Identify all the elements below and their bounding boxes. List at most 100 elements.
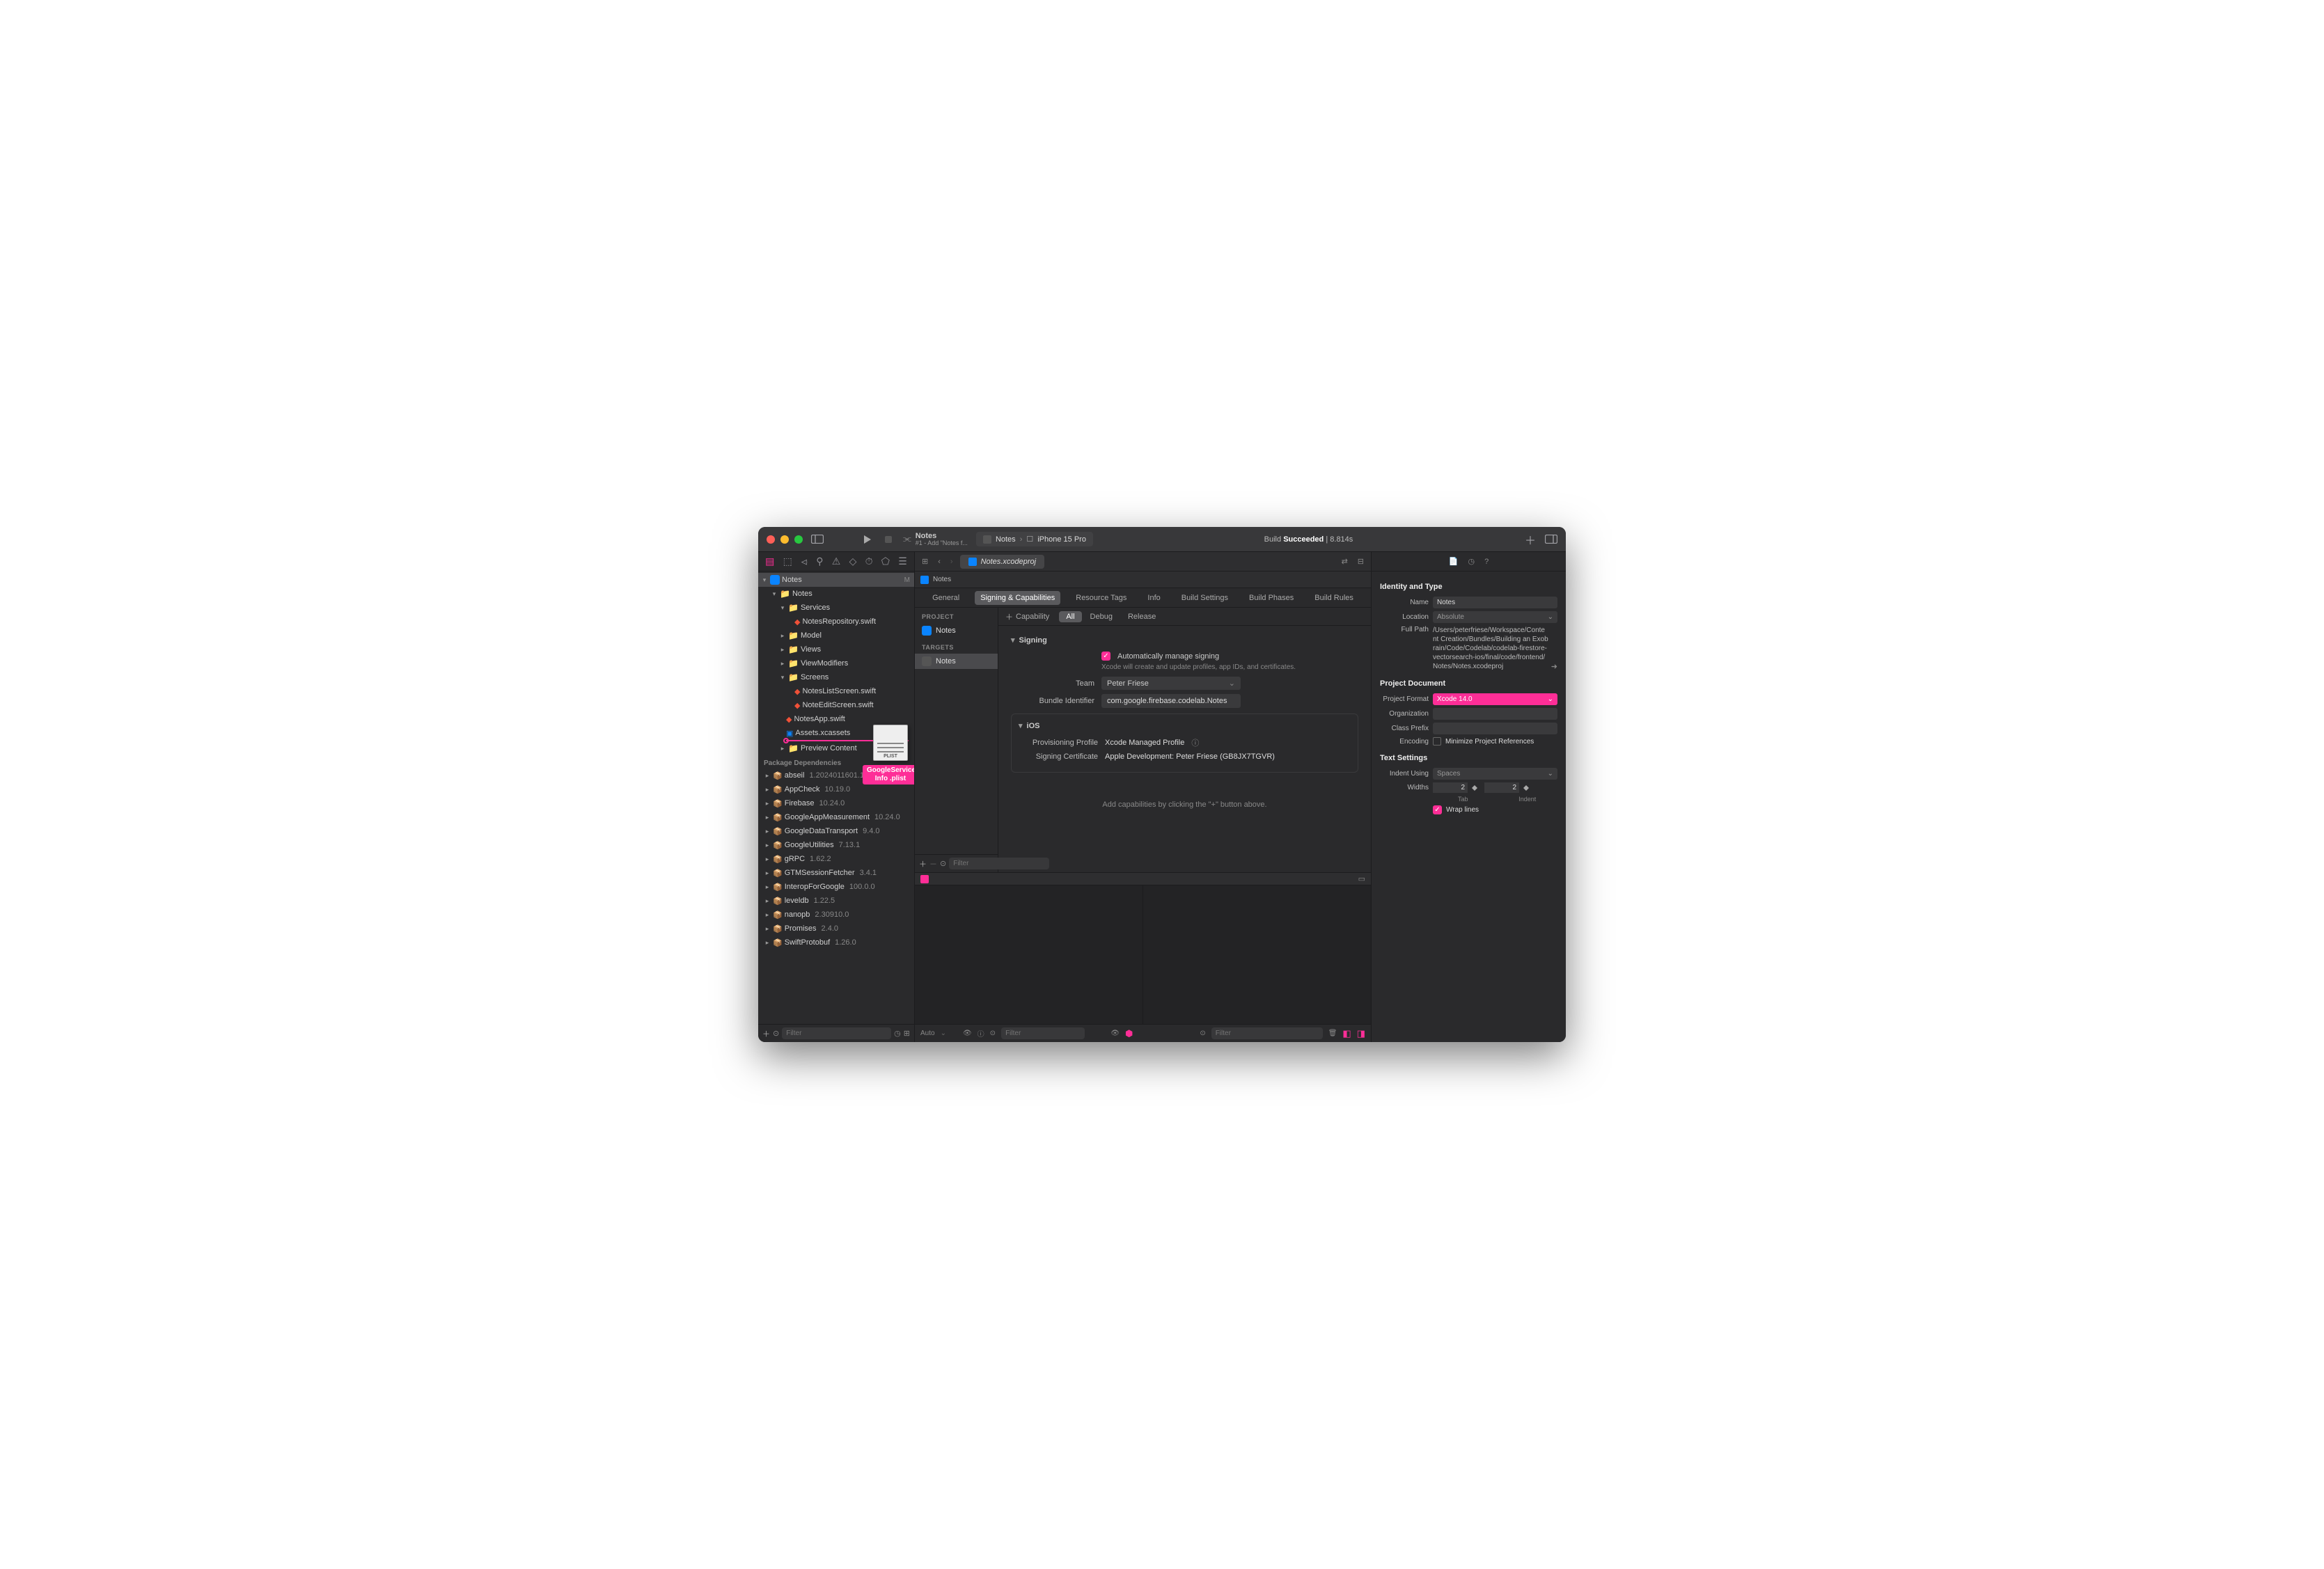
tab-build-phases[interactable]: Build Phases	[1243, 591, 1299, 605]
console-toggle-icon[interactable]: ▭	[1358, 874, 1365, 883]
file-inspector-icon[interactable]: 📄	[1449, 557, 1459, 566]
filter-scope-icon[interactable]: ⊙	[1200, 1030, 1205, 1037]
folder-views[interactable]: ▸📁 Views	[758, 642, 914, 656]
debug-tab-icon[interactable]	[920, 875, 929, 883]
folder-notes[interactable]: ▾📁 Notes	[758, 587, 914, 601]
trash-icon[interactable]: 🗑	[1328, 1030, 1337, 1037]
left-pane-icon[interactable]: ◧	[1342, 1028, 1351, 1039]
run-destination[interactable]: Notes › ☐ iPhone 15 Pro	[976, 532, 1093, 546]
filter-scope-icon[interactable]: ⊙	[940, 859, 946, 868]
library-toggle-icon[interactable]	[1545, 535, 1557, 544]
minimize-checkbox[interactable]	[1433, 737, 1441, 746]
package-nanopb[interactable]: ▸📦nanopb2.30910.0	[758, 908, 914, 922]
folder-screens[interactable]: ▾📁 Screens	[758, 670, 914, 684]
name-input[interactable]	[1433, 597, 1557, 608]
file-notesapp[interactable]: ◆ NotesApp.swift	[758, 712, 914, 726]
package-interopforgoogle[interactable]: ▸📦InteropForGoogle100.0.0	[758, 880, 914, 894]
source-control-icon[interactable]: ⬚	[783, 555, 792, 567]
folder-viewmodifiers[interactable]: ▸📁 ViewModifiers	[758, 656, 914, 670]
bookmark-icon[interactable]: ⏿	[801, 555, 808, 567]
refresh-icon[interactable]: ⇄	[1339, 557, 1351, 566]
close-window[interactable]	[767, 535, 775, 544]
file-noteeditscreen[interactable]: ◆ NoteEditScreen.swift	[758, 698, 914, 712]
filter-scope-icon[interactable]: ⊙	[990, 1030, 996, 1037]
debug-icon[interactable]: ⏱	[865, 555, 873, 567]
package-grpc[interactable]: ▸📦gRPC1.62.2	[758, 852, 914, 866]
indent-width-input[interactable]	[1484, 782, 1519, 793]
tab-build-rules[interactable]: Build Rules	[1309, 591, 1359, 605]
ios-section-header[interactable]: ▾ iOS	[1019, 721, 1355, 730]
file-notesrepository[interactable]: ◆ NotesRepository.swift	[758, 615, 914, 629]
package-googleappmeasurement[interactable]: ▸📦GoogleAppMeasurement10.24.0	[758, 810, 914, 824]
reveal-icon[interactable]: ➜	[1551, 662, 1557, 671]
navigator-filter[interactable]	[782, 1027, 891, 1039]
scheme-selector[interactable]: ⫘ Notes #1 - Add "Notes f...	[903, 532, 968, 547]
jump-bar[interactable]: Notes	[915, 571, 1371, 588]
eye-icon[interactable]: 👁	[1110, 1030, 1120, 1037]
package-firebase[interactable]: ▸📦Firebase10.24.0	[758, 796, 914, 810]
folder-model[interactable]: ▸📁 Model	[758, 629, 914, 642]
package-leveldb[interactable]: ▸📦leveldb1.22.5	[758, 894, 914, 908]
related-items-icon[interactable]: ⊞	[919, 557, 931, 566]
file-noteslistscreen[interactable]: ◆ NotesListScreen.swift	[758, 684, 914, 698]
package-googledatatransport[interactable]: ▸📦GoogleDataTransport9.4.0	[758, 824, 914, 838]
bundle-identifier-input[interactable]	[1101, 694, 1241, 708]
package-gtmsessionfetcher[interactable]: ▸📦GTMSessionFetcher3.4.1	[758, 866, 914, 880]
indent-using-select[interactable]: Spaces⌄	[1433, 768, 1557, 780]
metrics-icon[interactable]: ⬢	[1125, 1028, 1133, 1039]
class-prefix-input[interactable]	[1433, 723, 1557, 734]
test-icon[interactable]: ◇	[849, 555, 857, 567]
indent-stepper[interactable]	[1523, 785, 1532, 791]
eye-icon[interactable]: 👁	[963, 1030, 972, 1037]
minimize-window[interactable]	[780, 535, 789, 544]
team-selector[interactable]: Peter Friese⌄	[1101, 677, 1241, 690]
console-filter[interactable]	[1211, 1027, 1323, 1039]
remove-target-icon[interactable]: －	[929, 858, 937, 869]
tab-signing[interactable]: Signing & Capabilities	[975, 591, 1060, 605]
tab-stepper[interactable]	[1472, 785, 1480, 791]
report-icon[interactable]: ☰	[898, 555, 907, 567]
editor-tab[interactable]: Notes.xcodeproj	[960, 555, 1045, 569]
target-item[interactable]: Notes	[915, 654, 998, 669]
sidebar-toggle-icon[interactable]	[811, 535, 824, 544]
project-item[interactable]: Notes	[915, 623, 998, 638]
info-icon[interactable]: ⓘ	[1191, 737, 1199, 748]
add-target-icon[interactable]: ＋	[919, 858, 927, 869]
tab-general[interactable]: General	[927, 591, 965, 605]
help-inspector-icon[interactable]: ?	[1484, 558, 1489, 566]
scope-release[interactable]: Release	[1121, 611, 1163, 622]
signing-header[interactable]: ▾ Signing	[1011, 636, 1358, 645]
organization-input[interactable]	[1433, 708, 1557, 720]
scope-icon[interactable]: ⊙	[773, 1029, 779, 1038]
package-promises[interactable]: ▸📦Promises2.4.0	[758, 922, 914, 936]
location-select[interactable]: Absolute⌄	[1433, 611, 1557, 623]
clock-icon[interactable]: ◷	[894, 1029, 901, 1038]
scm-icon[interactable]: ⊞	[904, 1029, 910, 1038]
package-googleutilities[interactable]: ▸📦GoogleUtilities7.13.1	[758, 838, 914, 852]
info-icon[interactable]: ⓘ	[978, 1028, 984, 1039]
forward-icon[interactable]: ›	[948, 558, 956, 566]
add-capability-button[interactable]: ＋Capability	[1005, 611, 1049, 622]
folder-services[interactable]: ▾📁 Services	[758, 601, 914, 615]
scope-debug[interactable]: Debug	[1083, 611, 1120, 622]
scope-all[interactable]: All	[1059, 611, 1081, 622]
package-swiftprotobuf[interactable]: ▸📦SwiftProtobuf1.26.0	[758, 936, 914, 949]
split-icon[interactable]: ⊟	[1355, 557, 1367, 566]
search-icon[interactable]: ⚲	[816, 555, 823, 567]
tab-width-input[interactable]	[1433, 782, 1468, 793]
maximize-window[interactable]	[794, 535, 803, 544]
package-appcheck[interactable]: ▸📦AppCheck10.19.0	[758, 782, 914, 796]
project-navigator-icon[interactable]: ▤	[765, 555, 774, 567]
right-pane-icon[interactable]: ◨	[1357, 1028, 1365, 1039]
history-inspector-icon[interactable]: ◷	[1468, 557, 1475, 566]
add-icon[interactable]: ＋	[762, 1028, 770, 1039]
variables-filter[interactable]	[1001, 1027, 1085, 1039]
add-button-icon[interactable]: ＋	[1524, 535, 1537, 544]
tab-build-settings[interactable]: Build Settings	[1176, 591, 1234, 605]
tab-info[interactable]: Info	[1142, 591, 1165, 605]
project-root[interactable]: ▾ Notes M	[758, 573, 914, 587]
format-select[interactable]: Xcode 14.0⌄	[1433, 693, 1557, 705]
back-icon[interactable]: ‹	[935, 558, 943, 566]
tab-resource[interactable]: Resource Tags	[1070, 591, 1132, 605]
auto-signing-checkbox[interactable]: ✓	[1101, 652, 1110, 661]
